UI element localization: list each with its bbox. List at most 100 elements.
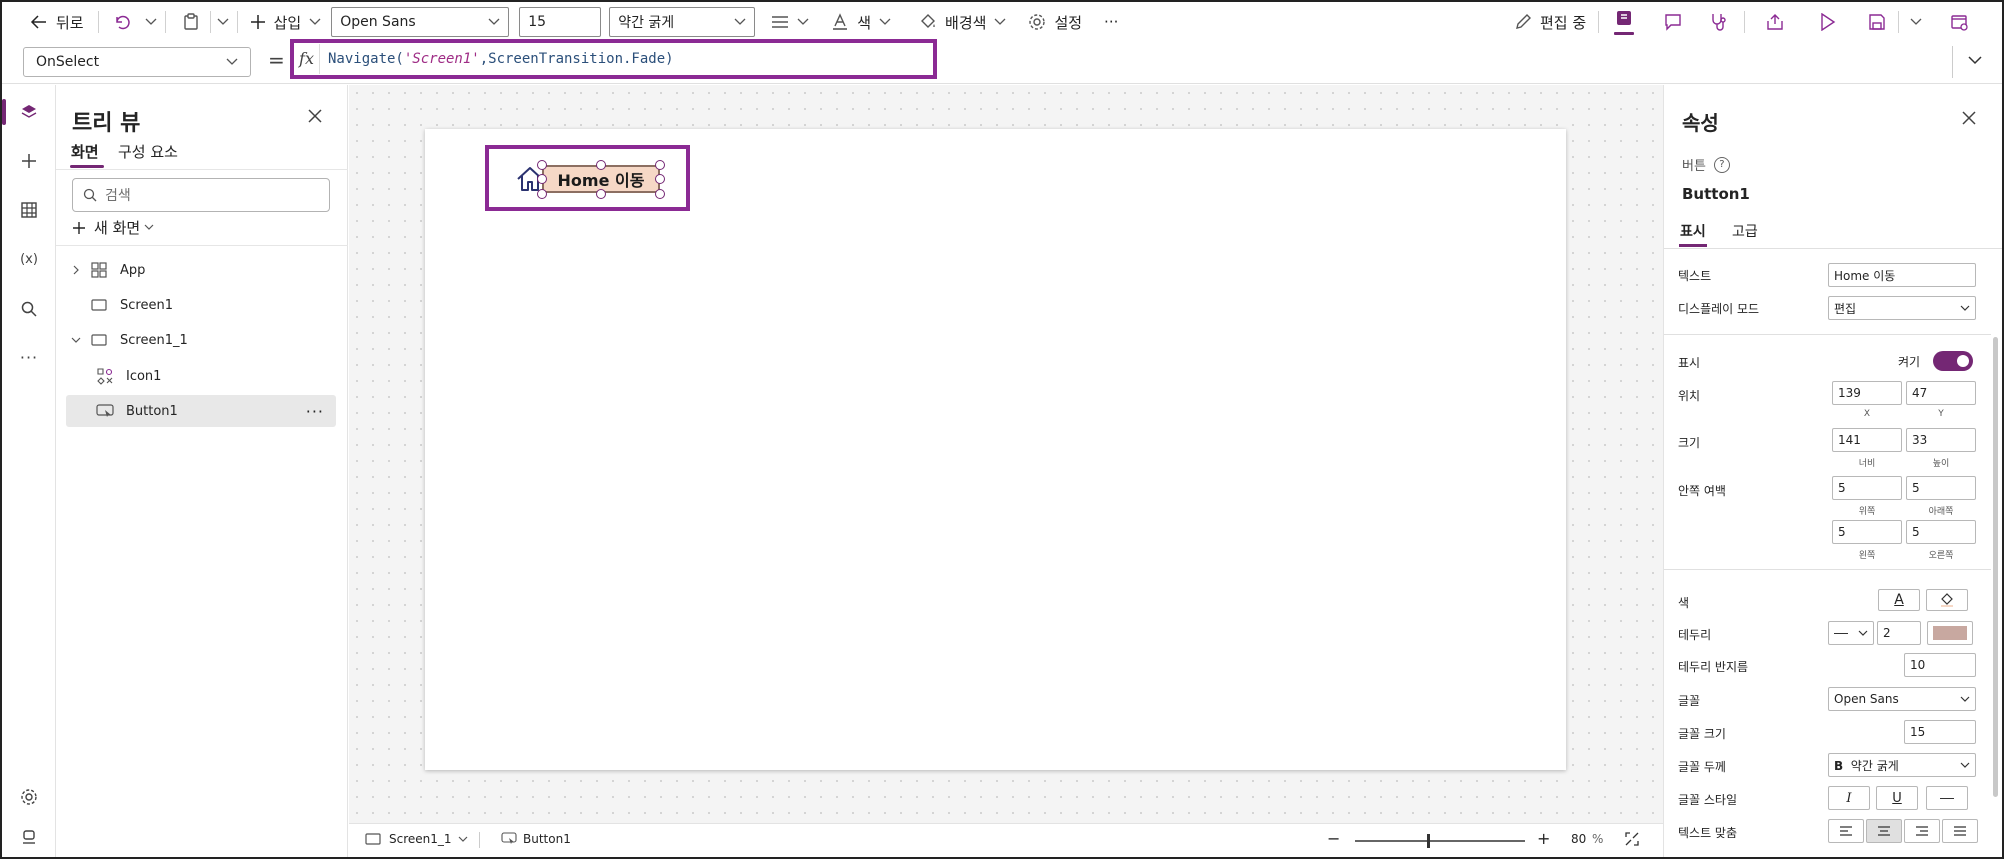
width-input[interactable]: 141: [1832, 428, 1902, 452]
tree-search-input[interactable]: 검색: [72, 178, 330, 212]
zoom-slider[interactable]: [1355, 834, 1525, 848]
property-dropdown[interactable]: OnSelect: [23, 47, 251, 77]
close-properties-button[interactable]: [1962, 111, 1976, 125]
share-button[interactable]: [1766, 2, 1784, 42]
variables-icon[interactable]: (x): [15, 245, 43, 273]
font-size-input[interactable]: 15: [1904, 720, 1976, 744]
border-style-dropdown[interactable]: [1828, 621, 1874, 645]
copilot-button[interactable]: [1614, 2, 1634, 42]
search-rail-button[interactable]: [15, 295, 43, 323]
align-left-button[interactable]: [1828, 819, 1864, 843]
settings-rail-button[interactable]: [15, 783, 43, 811]
display-mode-dropdown[interactable]: 편집: [1828, 296, 1976, 320]
resize-handle[interactable]: [655, 174, 665, 184]
zoom-in-button[interactable]: +: [1537, 829, 1550, 848]
scrollbar-thumb[interactable]: [1993, 337, 1998, 797]
data-rail-button[interactable]: [15, 196, 43, 224]
italic-button[interactable]: I: [1828, 786, 1870, 810]
paste-button[interactable]: [182, 2, 229, 42]
tree-view-pane: 트리 뷰 화면 구성 요소 검색 새 화면 App Screen1 Screen…: [56, 85, 348, 857]
font-size-input[interactable]: 15: [519, 7, 602, 37]
chevron-down-icon: [1968, 56, 1982, 65]
resize-handle[interactable]: [596, 189, 606, 199]
virtual-agent-rail-button[interactable]: [15, 823, 43, 851]
close-tree-button[interactable]: [308, 109, 322, 123]
tree-node-button1[interactable]: Button1 ···: [66, 395, 336, 427]
font-weight-dropdown[interactable]: B 약간 굵게: [1828, 753, 1976, 777]
zoom-out-button[interactable]: −: [1327, 829, 1340, 848]
resize-handle[interactable]: [537, 174, 547, 184]
underline-button[interactable]: U: [1876, 786, 1918, 810]
align-button[interactable]: [771, 2, 809, 42]
color-button[interactable]: 색: [831, 2, 891, 42]
y-input[interactable]: 47: [1906, 381, 1976, 405]
expand-formula-button[interactable]: [1968, 56, 1982, 65]
save-options-button[interactable]: [1910, 2, 1922, 42]
border-color-button[interactable]: [1927, 621, 1973, 645]
edit-mode-button[interactable]: 편집 중: [1514, 2, 1586, 42]
align-right-button[interactable]: [1904, 819, 1940, 843]
fit-to-window-button[interactable]: [1625, 832, 1639, 846]
strikethrough-button[interactable]: [1926, 786, 1968, 810]
resize-handle[interactable]: [596, 160, 606, 170]
x-input[interactable]: 139: [1832, 381, 1902, 405]
text-color-button[interactable]: A: [1878, 589, 1920, 611]
tab-screens[interactable]: 화면: [71, 141, 99, 162]
control-breadcrumb[interactable]: Button1: [501, 832, 571, 846]
font-label: 글꼴: [1678, 694, 1701, 708]
app-checker-button[interactable]: [1710, 2, 1728, 42]
node-more-button[interactable]: ···: [306, 402, 324, 421]
padding-right-input[interactable]: 5: [1906, 520, 1976, 544]
align-center-button[interactable]: [1866, 819, 1902, 843]
new-screen-button[interactable]: 새 화면: [72, 217, 154, 238]
font-family-value: Open Sans: [340, 14, 416, 30]
properties-scrollbar[interactable]: [1991, 197, 2001, 857]
insert-rail-button[interactable]: [15, 147, 43, 175]
tree-node-icon1[interactable]: Icon1: [66, 360, 336, 392]
undo-button[interactable]: [113, 2, 157, 42]
more-icon[interactable]: ···: [15, 343, 43, 371]
back-button[interactable]: 뒤로: [30, 2, 84, 42]
radius-input[interactable]: 10: [1904, 653, 1976, 677]
font-family-dropdown[interactable]: Open Sans: [331, 7, 510, 37]
border-width-input[interactable]: 2: [1877, 621, 1921, 645]
preview-button[interactable]: [1820, 2, 1836, 42]
publish-button[interactable]: [1950, 2, 1968, 42]
fill-color-button[interactable]: [1926, 589, 1968, 611]
tree-view-rail-button[interactable]: [15, 98, 43, 126]
font-dropdown[interactable]: Open Sans: [1828, 687, 1976, 711]
tab-components[interactable]: 구성 요소: [118, 141, 178, 162]
app-screen[interactable]: Home 이동: [425, 129, 1566, 770]
paint-bucket-icon: [919, 13, 937, 31]
font-weight-dropdown[interactable]: 약간 굵게: [609, 7, 756, 37]
zoom-slider-thumb[interactable]: [1427, 834, 1430, 848]
formula-input[interactable]: fx Navigate('Screen1',ScreenTransition.F…: [290, 39, 937, 79]
fill-button[interactable]: 배경색: [919, 2, 1006, 42]
settings-button[interactable]: 설정: [1028, 2, 1082, 42]
padding-top-input[interactable]: 5: [1832, 476, 1902, 500]
screen-breadcrumb[interactable]: Screen1_1: [365, 832, 468, 846]
height-input[interactable]: 33: [1906, 428, 1976, 452]
comments-button[interactable]: [1664, 2, 1682, 42]
visible-toggle[interactable]: [1933, 351, 1973, 371]
padding-left-input[interactable]: 5: [1832, 520, 1902, 544]
resize-handle[interactable]: [655, 160, 665, 170]
breadcrumb-screen: Screen1_1: [389, 832, 452, 846]
tree-node-app[interactable]: App: [66, 254, 336, 286]
resize-handle[interactable]: [537, 189, 547, 199]
more-button[interactable]: ···: [1104, 2, 1118, 42]
resize-handle[interactable]: [537, 160, 547, 170]
tree-node-screen1[interactable]: Screen1: [66, 289, 336, 321]
clipboard-icon: [182, 13, 200, 31]
tab-advanced[interactable]: 고급: [1732, 221, 1758, 241]
text-input[interactable]: Home 이동: [1828, 263, 1976, 287]
align-justify-button[interactable]: [1942, 819, 1978, 843]
tab-display[interactable]: 표시: [1680, 221, 1706, 241]
padding-bottom-input[interactable]: 5: [1906, 476, 1976, 500]
save-button[interactable]: [1868, 2, 1886, 42]
tree-node-screen1-1[interactable]: Screen1_1: [66, 324, 336, 356]
help-icon[interactable]: ?: [1713, 156, 1730, 173]
insert-button[interactable]: 삽입: [250, 2, 322, 42]
resize-handle[interactable]: [655, 189, 665, 199]
layers-icon: [20, 103, 38, 121]
